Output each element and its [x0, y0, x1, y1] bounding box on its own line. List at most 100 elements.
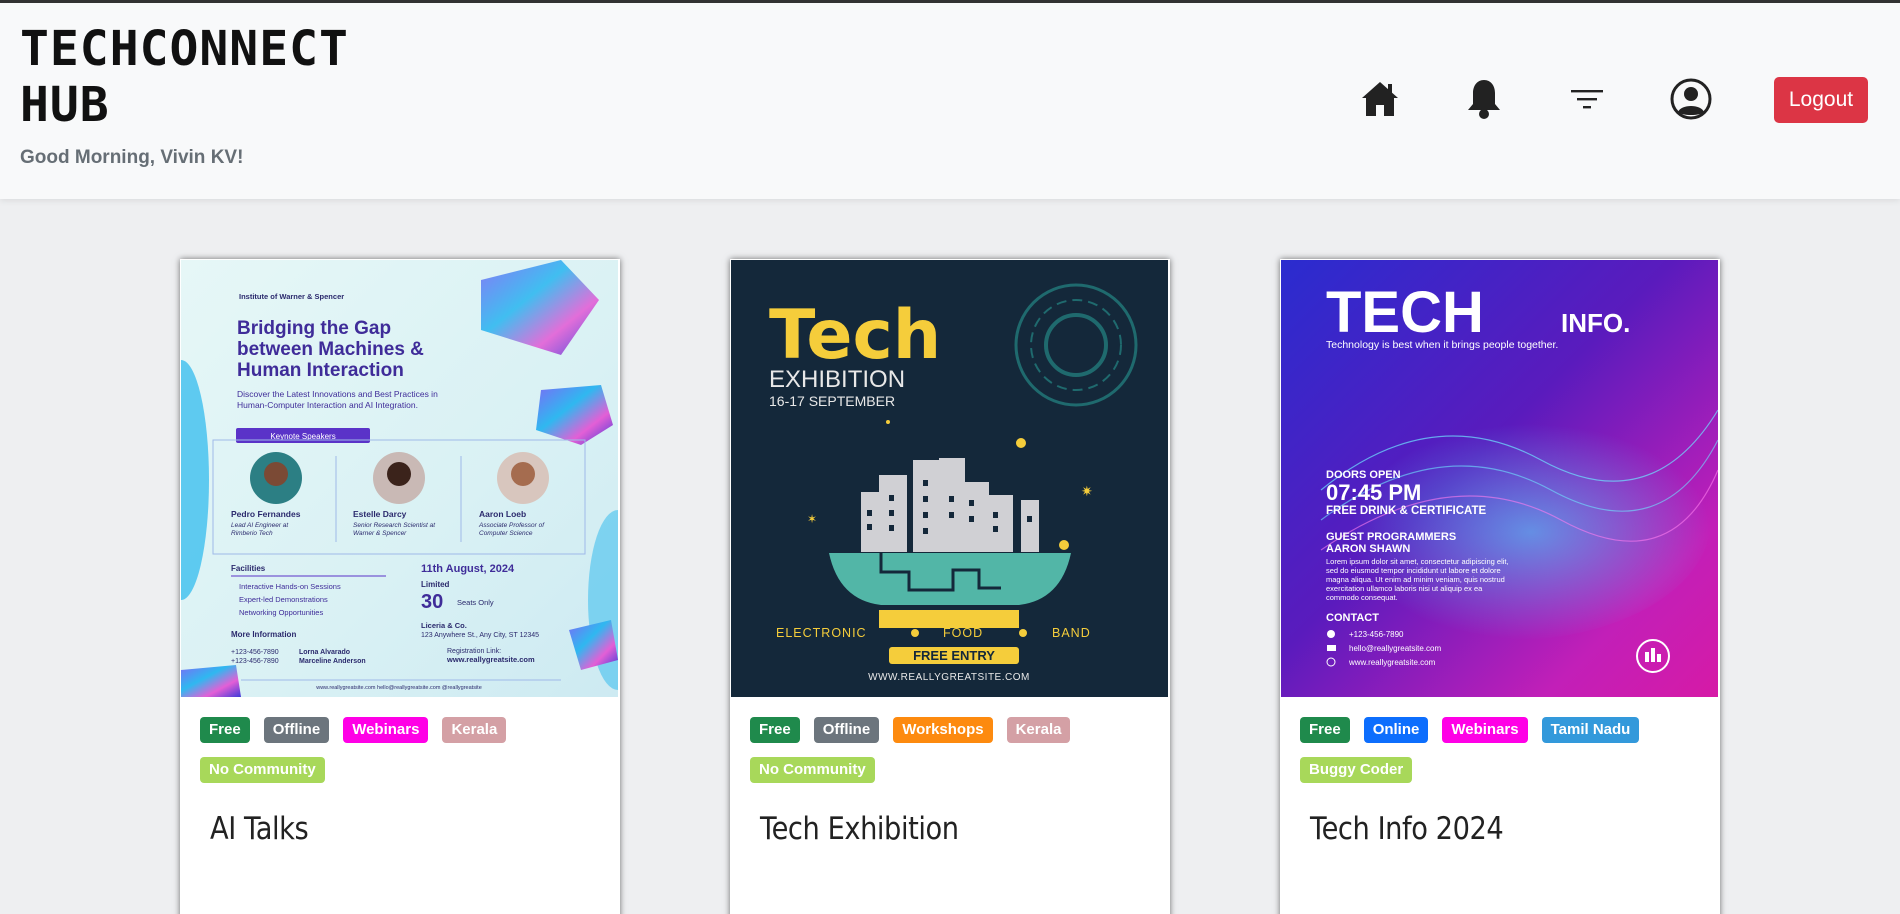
user-icon[interactable] — [1667, 75, 1715, 123]
tag-mode[interactable]: Online — [1363, 717, 1429, 743]
poster-footer: www.reallygreatsite.com hello@reallygrea… — [315, 685, 482, 691]
contact-1-phone: +123-456-7890 — [231, 649, 279, 656]
poster-lorem-2: sed do eiusmod tempor incididunt ut labo… — [1326, 566, 1501, 575]
speaker-1-role-1: Lead AI Engineer at — [231, 522, 289, 529]
event-poster[interactable]: TECH INFO. Technology is best when it br… — [1281, 260, 1718, 697]
facility-3: Networking Opportunities — [239, 608, 323, 617]
speaker-3-role-2: Computer Science — [479, 530, 533, 537]
tag-mode[interactable]: Offline — [263, 717, 330, 743]
user-icon-svg — [1670, 78, 1712, 120]
poster-date: 11th August, 2024 — [421, 563, 515, 575]
filter-icon-svg — [1571, 90, 1603, 109]
speaker-2-role-1: Senior Research Scientist at — [353, 522, 436, 529]
event-title[interactable]: AI Talks — [210, 811, 309, 847]
poster-venue-1: Liceria & Co. — [421, 621, 467, 630]
poster-reg-link: www.reallygreatsite.com — [446, 655, 535, 664]
poster-guest-label: GUEST PROGRAMMERS — [1326, 531, 1456, 543]
tag-price[interactable]: Free — [200, 717, 250, 743]
contact-2-phone: +123-456-7890 — [231, 658, 279, 665]
poster-feature-3: BAND — [1052, 626, 1091, 640]
poster-feature-2: FOOD — [943, 626, 983, 640]
event-card[interactable]: Tech EXHIBITION 16-17 SEPTEMBER ✷ ✶ ELEC… — [730, 259, 1170, 914]
tag-category[interactable]: Workshops — [893, 717, 993, 743]
poster-exhibition: EXHIBITION — [769, 366, 905, 393]
poster-headline-1: Bridging the Gap — [237, 318, 391, 339]
tech-info-poster-art: TECH INFO. Technology is best when it br… — [1281, 260, 1718, 697]
brand-logo-text[interactable]: TECHCONNECT HUB — [20, 21, 380, 133]
poster-phone: +123-456-7890 — [1349, 630, 1404, 639]
ai-talks-poster-art: Institute of Warner & Spencer Bridging t… — [181, 260, 618, 697]
poster-seats-number: 30 — [421, 591, 443, 613]
tag-category[interactable]: Webinars — [343, 717, 429, 743]
poster-lorem-1: Lorem ipsum dolor sit amet, consectetur … — [1326, 557, 1509, 566]
event-card[interactable]: TECH INFO. Technology is best when it br… — [1280, 259, 1720, 914]
tag-location[interactable]: Tamil Nadu — [1541, 717, 1640, 743]
poster-sub-2: Human-Computer Interaction and AI Integr… — [237, 400, 418, 410]
event-card[interactable]: Institute of Warner & Spencer Bridging t… — [180, 259, 620, 914]
speaker-2-name: Estelle Darcy — [353, 509, 407, 519]
poster-contact-label: CONTACT — [1326, 612, 1379, 624]
poster-small-title: INFO. — [1561, 308, 1630, 338]
poster-lorem-3: magna aliqua. Ut enim ad minim veniam, q… — [1326, 575, 1505, 584]
contact-1-name: Lorna Alvarado — [299, 649, 350, 656]
tag-price[interactable]: Free — [1300, 717, 1350, 743]
tag-category[interactable]: Webinars — [1442, 717, 1528, 743]
poster-seats-text: Seats Only — [457, 598, 494, 607]
bell-icon[interactable] — [1460, 75, 1508, 123]
speaker-1-role-2: Rimberio Tech — [231, 530, 273, 537]
poster-sub-1: Discover the Latest Innovations and Best… — [237, 389, 438, 399]
home-icon[interactable] — [1356, 75, 1404, 123]
home-icon-svg — [1362, 82, 1398, 116]
speaker-1-name: Pedro Fernandes — [231, 509, 301, 519]
poster-perk: FREE DRINK & CERTIFICATE — [1326, 505, 1486, 517]
poster-limited: Limited — [421, 580, 450, 589]
tag-list: Free Online Webinars Tamil Nadu Buggy Co… — [1300, 717, 1700, 783]
speaker-2-role-2: Warner & Spencer — [353, 530, 407, 537]
poster-email: hello@reallygreatsite.com — [1349, 644, 1441, 653]
tag-list: Free Offline Workshops Kerala No Communi… — [750, 717, 1150, 783]
contact-2-name: Marceline Anderson — [299, 658, 366, 665]
tag-price[interactable]: Free — [750, 717, 800, 743]
poster-entry: FREE ENTRY — [913, 648, 995, 663]
tag-community[interactable]: No Community — [750, 757, 875, 783]
svg-text:✶: ✶ — [807, 512, 817, 526]
svg-text:✷: ✷ — [1081, 483, 1093, 499]
more-info-label: More Information — [231, 630, 296, 639]
tag-list: Free Offline Webinars Kerala No Communit… — [200, 717, 600, 783]
poster-feature-1: ELECTRONIC — [776, 626, 867, 640]
poster-org: Institute of Warner & Spencer — [239, 292, 344, 301]
filter-icon[interactable] — [1563, 75, 1611, 123]
tech-exhibition-poster-art: Tech EXHIBITION 16-17 SEPTEMBER ✷ ✶ ELEC… — [731, 260, 1168, 697]
poster-site: www.reallygreatsite.com — [1348, 658, 1436, 667]
poster-headline-3: Human Interaction — [237, 360, 404, 381]
facilities-label: Facilities — [231, 564, 266, 573]
poster-tagline: Technology is best when it brings people… — [1326, 339, 1558, 351]
event-title[interactable]: Tech Exhibition — [760, 811, 959, 847]
poster-dates: 16-17 SEPTEMBER — [769, 393, 895, 409]
speaker-3-name: Aaron Loeb — [479, 509, 526, 519]
poster-big-title: Tech — [769, 296, 941, 375]
poster-lorem-4: exercitation ullamco laboris nisi ut ali… — [1326, 584, 1483, 593]
tag-community[interactable]: No Community — [200, 757, 325, 783]
poster-site: WWW.REALLYGREATSITE.COM — [868, 672, 1030, 683]
event-title[interactable]: Tech Info 2024 — [1310, 811, 1504, 847]
tag-location[interactable]: Kerala — [442, 717, 507, 743]
greeting-text: Good Morning, Vivin KV! — [20, 147, 244, 168]
tag-location[interactable]: Kerala — [1006, 717, 1071, 743]
speaker-3-role-1: Associate Professor of — [478, 522, 545, 529]
poster-headline-2: between Machines & — [237, 339, 424, 360]
event-poster[interactable]: Institute of Warner & Spencer Bridging t… — [181, 260, 618, 697]
facility-2: Expert-led Demonstrations — [239, 595, 328, 604]
poster-time: 07:45 PM — [1326, 480, 1421, 505]
tag-community[interactable]: Buggy Coder — [1300, 757, 1413, 783]
facility-1: Interactive Hands-on Sessions — [239, 582, 341, 591]
poster-venue-2: 123 Anywhere St., Any City, ST 12345 — [421, 632, 539, 639]
poster-reg-label: Registration Link: — [447, 648, 501, 655]
poster-lorem-5: commodo consequat. — [1326, 593, 1398, 602]
event-poster[interactable]: Tech EXHIBITION 16-17 SEPTEMBER ✷ ✶ ELEC… — [731, 260, 1168, 697]
poster-big-title: TECH — [1326, 280, 1484, 345]
logout-button[interactable]: Logout — [1774, 77, 1868, 123]
bell-icon-svg — [1468, 80, 1500, 119]
tag-mode[interactable]: Offline — [813, 717, 880, 743]
poster-guest-name: AARON SHAWN — [1326, 543, 1410, 555]
